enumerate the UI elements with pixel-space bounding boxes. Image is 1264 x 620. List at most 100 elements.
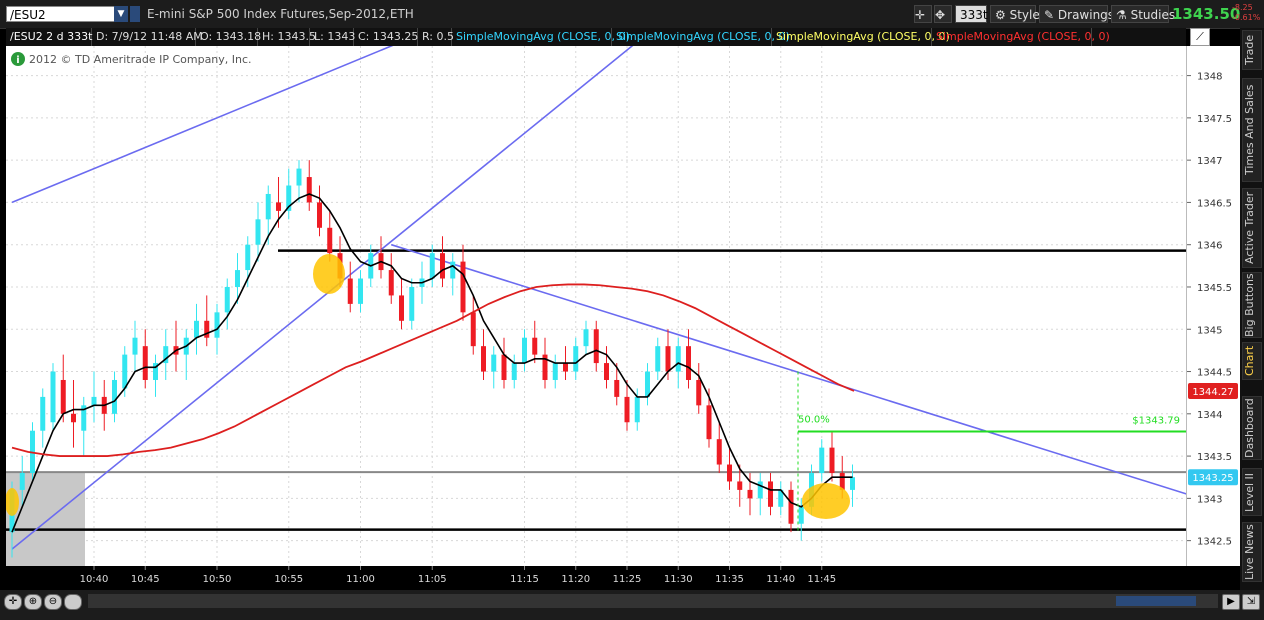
candle-body <box>819 447 825 473</box>
x-tick-label: 11:35 <box>715 574 744 585</box>
candle-body <box>358 278 363 304</box>
candle-body <box>798 506 804 524</box>
study-label-4[interactable]: SimpleMovingAvg (CLOSE, 0, 0) <box>932 28 1110 46</box>
candle-body <box>532 337 538 355</box>
top-toolbar: /ESU2 ▼ E-mini S&P 500 Index Futures,Sep… <box>0 0 1264 29</box>
candle-body <box>306 177 312 203</box>
candle-body <box>573 346 579 372</box>
y-tick-label: 1346.5 <box>1197 198 1232 209</box>
candle-body <box>747 489 753 499</box>
candle-body <box>429 253 435 279</box>
candle-body <box>665 346 671 372</box>
candle-body <box>768 481 773 507</box>
candle-body <box>706 405 712 440</box>
y-tick-label: 1344.5 <box>1197 368 1232 379</box>
tab-trade[interactable]: Trade <box>1242 30 1262 70</box>
candle-body <box>50 371 56 423</box>
y-tick-label: 1343 <box>1197 494 1222 505</box>
axis-scale-icon[interactable]: ⟋ <box>1190 28 1210 46</box>
info-range: R: 0.5 <box>418 28 454 46</box>
scroll-right-icon[interactable]: ▶ <box>1222 594 1240 610</box>
time-axis[interactable]: 10:40 10:45 10:50 10:55 11:00 11:05 11:15 11:20… <box>6 566 1186 590</box>
tab-chart[interactable]: Chart <box>1242 342 1262 380</box>
symbol-input[interactable]: /ESU2 <box>6 6 124 22</box>
highlight-marker <box>313 254 345 294</box>
candle-body <box>204 320 210 338</box>
candle-body <box>224 286 230 313</box>
pencil-icon: ✎ <box>1044 8 1055 22</box>
style-button[interactable]: ⚙ Style <box>990 5 1040 23</box>
candle-body <box>788 489 794 524</box>
crosshair-icon[interactable]: ✛ <box>914 5 932 23</box>
time-axis-svg: 10:40 10:45 10:50 10:55 11:00 11:05 11:15 11:20… <box>80 566 836 585</box>
candle-body <box>696 379 702 406</box>
symbol-info-icon[interactable] <box>130 6 140 22</box>
candle-body <box>675 346 681 372</box>
x-tick-label: 11:40 <box>766 574 795 585</box>
zoom-out-icon[interactable]: ⊖ <box>44 594 62 610</box>
candle-body <box>686 346 691 380</box>
aggregation-button[interactable]: 333t <box>955 5 988 23</box>
candle-body <box>245 244 251 271</box>
candle-body <box>727 464 732 482</box>
candle-body <box>214 312 220 338</box>
scrollbar-thumb[interactable] <box>1116 596 1196 606</box>
price-axis-svg: 1342.5 1343 1343.5 1344 1344.5 1345 1345.5 1346… <box>1187 72 1238 548</box>
candle-body <box>347 278 353 304</box>
x-tick-label: 10:45 <box>131 574 160 585</box>
time-scrollbar[interactable] <box>88 594 1218 608</box>
info-symbol[interactable]: /ESU2 2 d 333t <box>6 28 92 46</box>
candle-body <box>716 439 722 465</box>
tab-active-trader[interactable]: Active Trader <box>1242 188 1262 268</box>
candle-body <box>655 346 661 372</box>
expand-icon[interactable]: ⇲ <box>1242 594 1260 610</box>
tab-level-ii[interactable]: Level II <box>1242 468 1262 516</box>
candle-body <box>614 379 620 397</box>
candle-body <box>60 379 66 414</box>
y-tick-label: 1345.5 <box>1197 283 1232 294</box>
svg-text:i: i <box>16 55 19 66</box>
copyright-notice: i 2012 © TD Ameritrade IP Company, Inc. <box>11 52 252 66</box>
x-tick-label: 11:30 <box>664 574 693 585</box>
x-tick-label: 11:25 <box>613 574 642 585</box>
price-change: -8.25 <box>1232 3 1253 12</box>
candle-body <box>112 379 117 414</box>
candle-body <box>276 202 281 211</box>
candle-body <box>409 286 415 321</box>
candle-body <box>132 337 138 355</box>
candle-body <box>522 337 527 364</box>
study-label-1[interactable]: SimpleMovingAvg (CLOSE, 0, 0) <box>452 28 630 46</box>
drawings-button[interactable]: ✎ Drawings <box>1039 5 1114 23</box>
candle-body <box>296 168 302 186</box>
candle-body <box>327 227 333 254</box>
studies-button[interactable]: ⚗ Studies <box>1111 5 1175 23</box>
study-label-3[interactable]: SimpleMovingAvg (CLOSE, 0, 0) <box>772 28 950 46</box>
candle-body <box>583 329 589 347</box>
symbol-dropdown-icon[interactable]: ▼ <box>114 6 128 22</box>
tab-live-news[interactable]: Live News <box>1242 522 1262 582</box>
tab-dashboard[interactable]: Dashboard <box>1242 396 1262 460</box>
reset-zoom-icon[interactable] <box>64 594 82 610</box>
chart-plot-area[interactable]: 50.0% $1343.79 i 2012 © TD Ameritrade IP … <box>5 41 1264 566</box>
flask-icon: ⚗ <box>1116 8 1127 22</box>
symbol-description: E-mini S&P 500 Index Futures,Sep-2012,ET… <box>147 7 414 21</box>
x-tick-label: 11:05 <box>418 574 447 585</box>
x-tick-label: 10:55 <box>274 574 303 585</box>
pan-icon[interactable]: ✥ <box>934 5 952 23</box>
pan-icon[interactable]: ✛ <box>4 594 22 610</box>
x-tick-label: 11:00 <box>346 574 375 585</box>
zoom-in-icon[interactable]: ⊕ <box>24 594 42 610</box>
y-tick-label: 1347 <box>1197 156 1222 167</box>
candle-body <box>737 481 743 490</box>
y-tick-label: 1344 <box>1197 410 1222 421</box>
candle-body <box>122 354 128 389</box>
candle-body <box>235 270 240 287</box>
price-axis[interactable]: 1342.5 1343 1343.5 1344 1344.5 1345 1345.5 1346… <box>1186 46 1240 566</box>
tab-big-buttons[interactable]: Big Buttons <box>1242 272 1262 338</box>
tab-times-and-sales[interactable]: Times And Sales <box>1242 78 1262 182</box>
study-label-2[interactable]: SimpleMovingAvg (CLOSE, 0, 0) <box>612 28 790 46</box>
fib-percent-label: 50.0% <box>798 415 830 426</box>
chart-info-bar: /ESU2 2 d 333t D: 7/9/12 11:48 AM O: 134… <box>6 28 1186 46</box>
candle-body <box>317 202 322 228</box>
trendline <box>11 41 638 550</box>
